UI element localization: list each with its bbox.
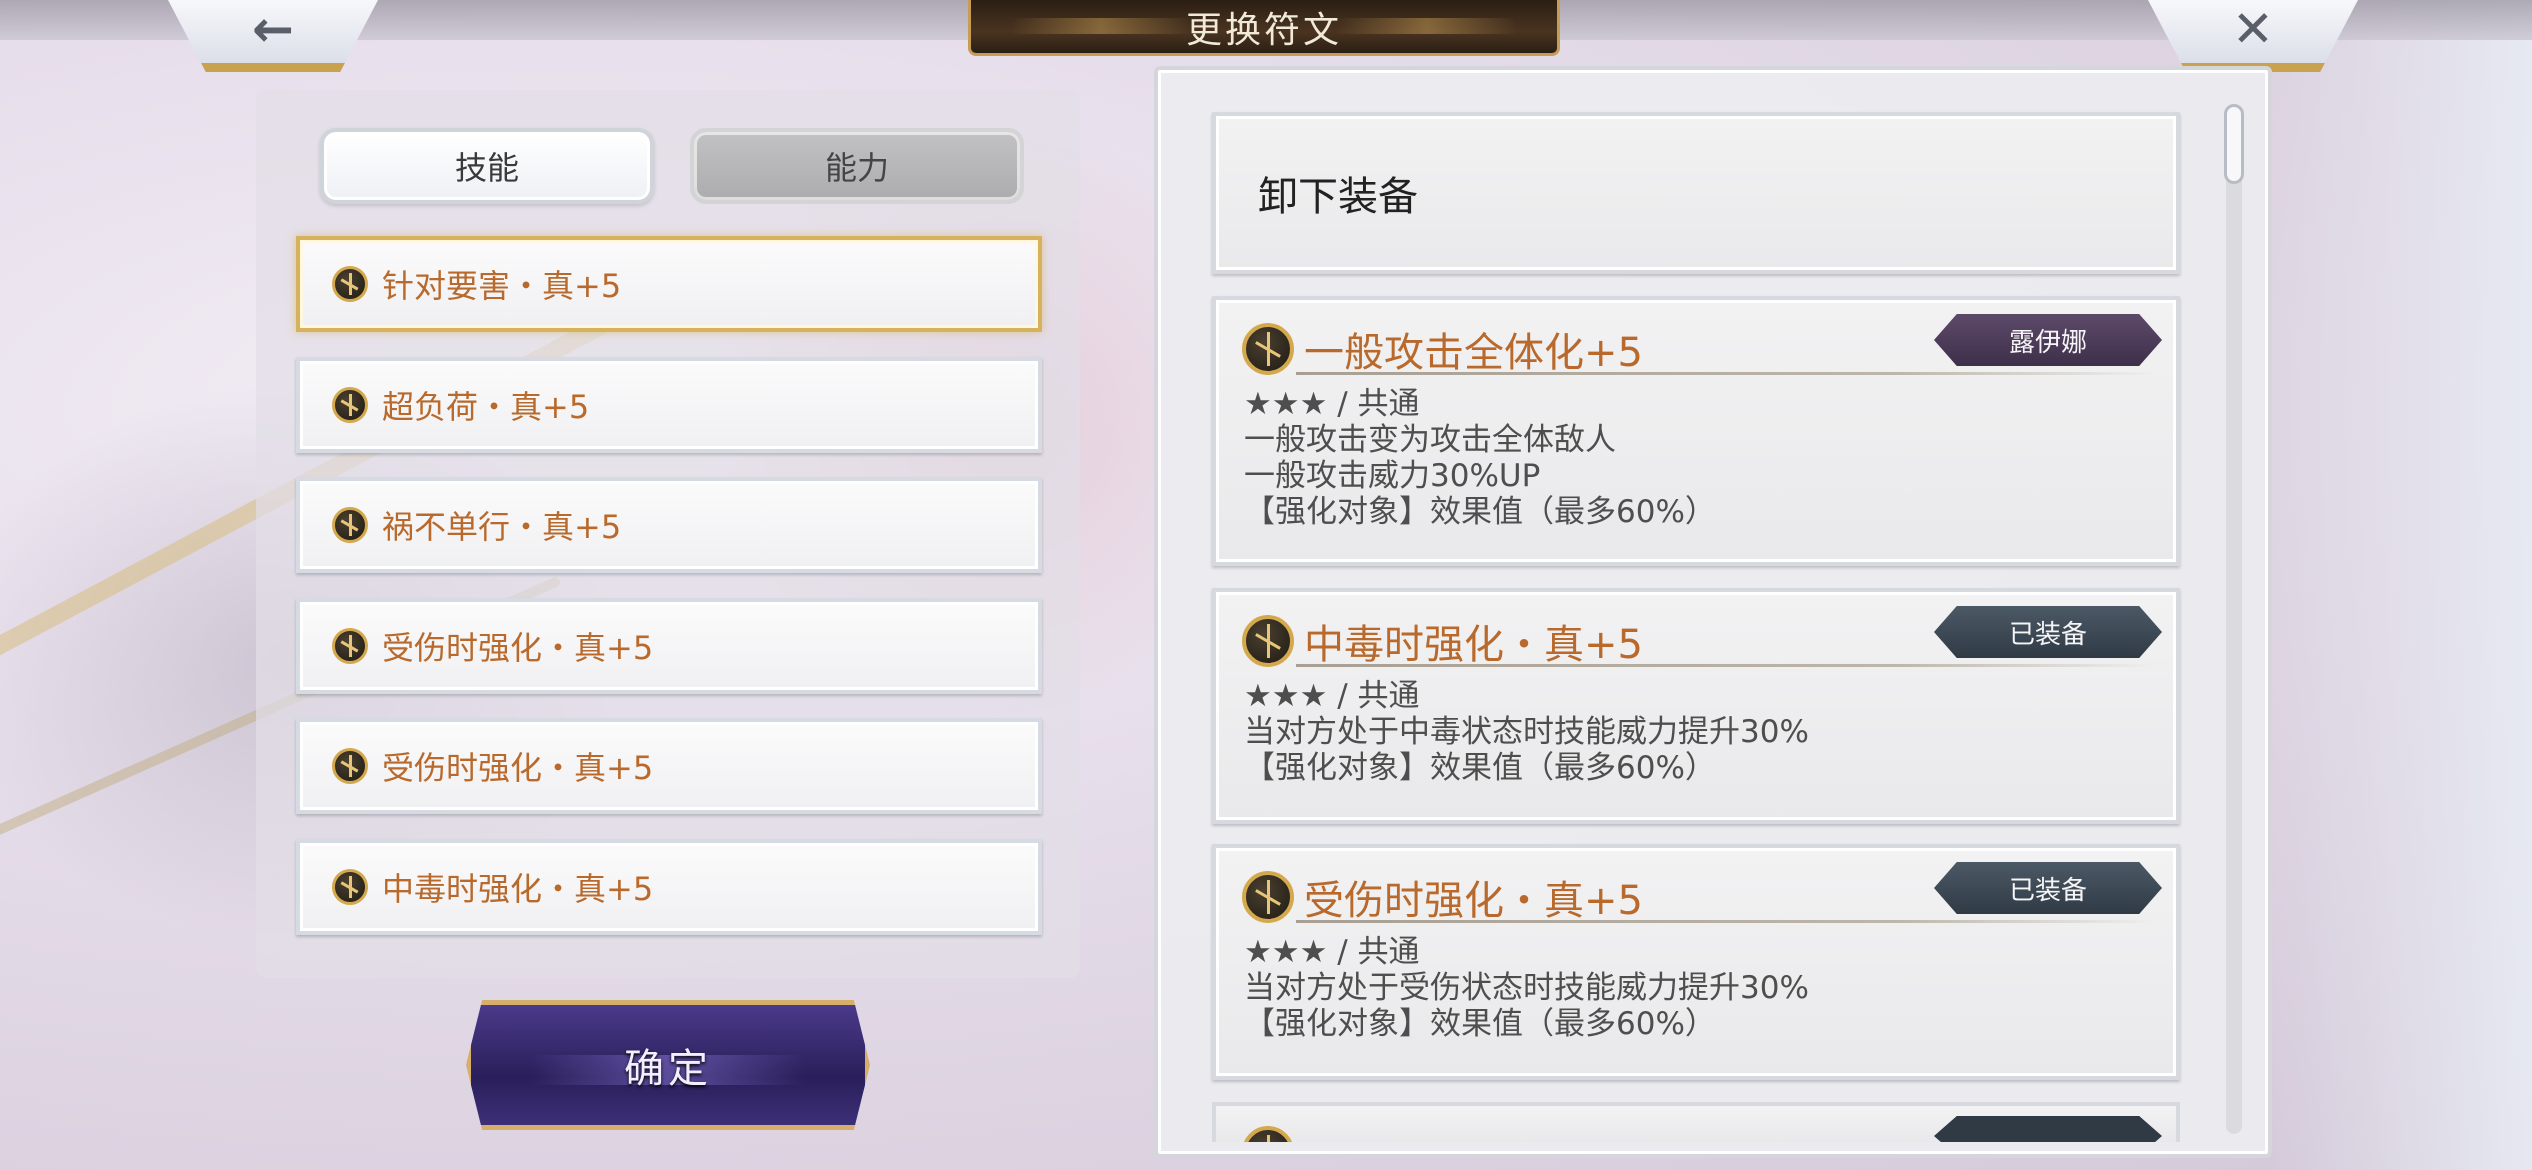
tab-ability-label: 能力 — [824, 149, 889, 187]
unequip-label: 卸下装备 — [1258, 174, 1418, 220]
scrollbar-track[interactable] — [2226, 104, 2242, 1134]
rune-card-desc-line: 一般攻击威力30%UP — [1244, 458, 1541, 494]
rune-emblem-icon — [332, 507, 368, 543]
equipped-badge: 已装备 — [1934, 862, 2162, 914]
equipped-badge-label: 已装备 — [2008, 875, 2087, 906]
rune-list-item[interactable]: 受伤时强化・真+5 — [296, 598, 1042, 694]
rune-list-item-label: 中毒时强化・真+5 — [382, 870, 654, 908]
rune-list-item[interactable]: 祸不单行・真+5 — [296, 477, 1042, 573]
rune-card-desc-line: 【强化对象】效果值（最多60%） — [1244, 1006, 1716, 1042]
rune-emblem-icon — [1242, 1126, 1294, 1142]
equipped-badge-label: 已装备 — [2008, 619, 2087, 650]
page-title: 更换符文 — [1185, 9, 1342, 51]
rune-emblem-icon — [332, 869, 368, 905]
owner-badge: 露伊娜 — [1934, 314, 2162, 366]
rune-card-rarity: ★★★ / 共通 — [1244, 934, 1420, 970]
rune-card-rarity: ★★★ / 共通 — [1244, 678, 1420, 714]
rune-list-item[interactable]: 中毒时强化・真+5 — [296, 839, 1042, 935]
rune-emblem-icon — [332, 628, 368, 664]
rune-list-item[interactable]: 针对要害・真+5 — [296, 236, 1042, 332]
scrollbar-thumb[interactable] — [2224, 104, 2244, 184]
rune-card-name: 受伤时强化・真+5 — [1304, 878, 1643, 924]
rune-emblem-icon — [1242, 871, 1294, 923]
equipped-badge — [1934, 1116, 2162, 1142]
rune-card-desc-line: 当对方处于受伤状态时技能威力提升30% — [1244, 970, 1809, 1006]
equipped-badge: 已装备 — [1934, 606, 2162, 658]
rune-list-item-label: 祸不单行・真+5 — [382, 508, 622, 546]
tab-skill[interactable]: 技能 — [320, 128, 654, 204]
confirm-button[interactable]: 确定 — [466, 1000, 870, 1130]
rune-list-item[interactable]: 受伤时强化・真+5 — [296, 718, 1042, 814]
rune-card[interactable]: 中毒时强化・真+5 已装备 ★★★ / 共通 当对方处于中毒状态时技能威力提升3… — [1212, 588, 2180, 824]
title-bar: 更换符文 — [968, 0, 1560, 56]
rune-card-desc-line: 【强化对象】效果值（最多60%） — [1244, 750, 1716, 786]
rune-card-rarity: ★★★ / 共通 — [1244, 386, 1420, 422]
rune-list-item-label: 受伤时强化・真+5 — [382, 629, 654, 667]
rune-list-item-label: 受伤时强化・真+5 — [382, 749, 654, 787]
unequip-button[interactable]: 卸下装备 — [1212, 112, 2180, 274]
tab-ability[interactable]: 能力 — [690, 128, 1024, 204]
rune-card-desc-line: 一般攻击变为攻击全体敌人 — [1244, 422, 1616, 458]
arrow-left-icon: ← — [252, 0, 294, 58]
rune-card-desc-line: 当对方处于中毒状态时技能威力提升30% — [1244, 714, 1809, 750]
back-button[interactable]: ← — [168, 0, 378, 72]
owner-badge-label: 露伊娜 — [2008, 327, 2087, 358]
rune-card-name: 一般攻击全体化+5 — [1304, 330, 1643, 376]
rune-card-name: 中毒时强化・真+5 — [1304, 622, 1643, 668]
rune-list-item-label: 针对要害・真+5 — [382, 267, 622, 305]
rune-emblem-icon — [332, 387, 368, 423]
rune-emblem-icon — [332, 748, 368, 784]
rune-emblem-icon — [332, 266, 368, 302]
rune-emblem-icon — [1242, 615, 1294, 667]
rune-list-item-label: 超负荷・真+5 — [382, 388, 590, 426]
tab-skill-label: 技能 — [454, 149, 519, 187]
confirm-button-label: 确定 — [624, 1046, 712, 1092]
close-button[interactable]: ✕ — [2148, 0, 2358, 72]
rune-card-partial[interactable] — [1212, 1102, 2180, 1142]
rune-card-desc-line: 【强化对象】效果值（最多60%） — [1244, 494, 1716, 530]
close-icon: ✕ — [2232, 0, 2274, 58]
rune-list-item[interactable]: 超负荷・真+5 — [296, 357, 1042, 453]
rune-card[interactable]: 一般攻击全体化+5 露伊娜 ★★★ / 共通 一般攻击变为攻击全体敌人 一般攻击… — [1212, 296, 2180, 566]
rune-emblem-icon — [1242, 323, 1294, 375]
rune-card[interactable]: 受伤时强化・真+5 已装备 ★★★ / 共通 当对方处于受伤状态时技能威力提升3… — [1212, 844, 2180, 1080]
